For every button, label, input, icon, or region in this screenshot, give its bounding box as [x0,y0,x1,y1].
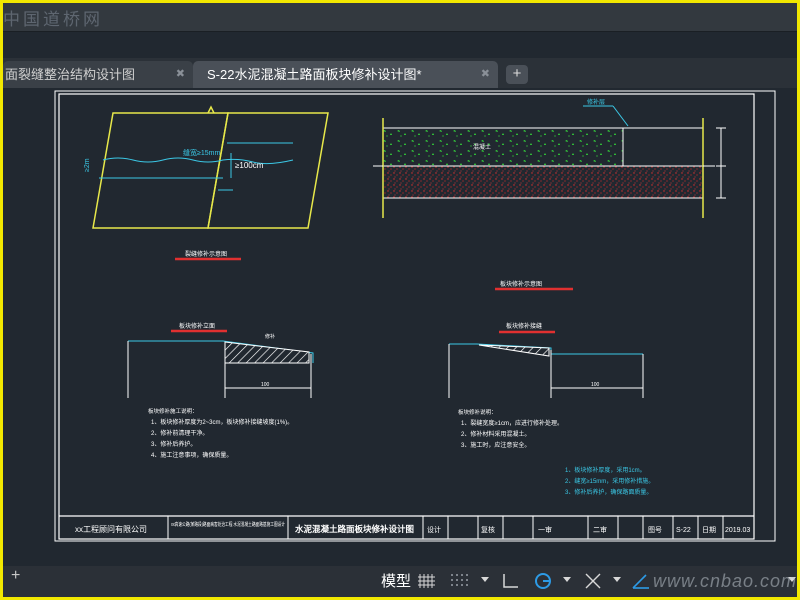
notes-right-title: 板块修补说明： [458,408,497,416]
add-layout-button[interactable]: + [11,560,20,591]
sheet-no-label: 图号 [648,526,662,534]
drawing-canvas[interactable]: 缝宽≥15mm ≥100cm ≥2m 裂缝修补示意图 修补层 混凝土 板块修补示… [3,88,797,566]
document-tab-strip: 面裂缝整治结构设计图 ✖ S-22水泥混凝土路面板块修补设计图* ✖ [3,58,797,88]
tab-1-label: 面裂缝整治结构设计图 [5,67,136,82]
drawing-svg: 缝宽≥15mm ≥100cm ≥2m 裂缝修补示意图 修补层 混凝土 板块修补示… [54,90,776,542]
patch-label-left: 修补 [265,333,275,340]
notes-cyan-line: 1、板块修补厚度，采用1cm。 [565,466,646,474]
check1-label: 一审 [538,525,552,534]
layer-label: 修补层 [587,98,605,106]
close-icon[interactable]: ✖ [481,61,490,88]
side-label: ≥2m [84,158,91,172]
repair-elevation-right: 板块修补接缝 100 [448,322,644,398]
notes-cyan: 1、板块修补厚度，采用1cm。 2、缝宽≥15mm，采用修补措施。 3、修补后养… [565,466,654,496]
notes-right-line: 1、裂缝宽度≥1cm，应进行修补处理。 [461,419,563,427]
document-tab-2-active[interactable]: S-22水泥混凝土路面板块修补设计图* ✖ [193,61,498,88]
object-snap-icon[interactable] [583,572,603,590]
autocad-window: 中国道桥网 面裂缝整治结构设计图 ✖ S-22水泥混凝土路面板块修补设计图* ✖… [3,3,797,597]
notes-cyan-line: 3、修补后养护，确保路面质量。 [565,488,652,496]
site-watermark-top: 中国道桥网 [3,10,103,30]
notes-left: 板块修补施工说明： 1、板块修补厚度为2~3cm，板块修补接缝坡度(1%)。 2… [148,407,293,459]
layer-name-label: 混凝土 [473,143,491,151]
notes-right: 板块修补说明： 1、裂缝宽度≥1cm，应进行修补处理。 2、修补材料采用混凝土。… [458,408,563,449]
notes-left-line: 1、板块修补厚度为2~3cm，板块修补接缝坡度(1%)。 [151,418,293,426]
repair-elevation-left: 板块修补立面 100 修补 [127,322,314,398]
date-label: 日期 [702,526,716,534]
crack-repair-plan: 缝宽≥15mm ≥100cm ≥2m 裂缝修补示意图 [84,105,329,261]
isometric-drafting-icon[interactable] [631,572,651,590]
document-tab-1[interactable]: 面裂缝整治结构设计图 ✖ [3,61,193,88]
slab-repair-section: 修补层 混凝土 板块修补示意图 [373,98,726,291]
right-elevation-title: 板块修补接缝 [506,322,542,330]
dimension-label: ≥100cm [235,161,264,170]
check2-label: 二审 [593,525,607,534]
chevron-down-icon[interactable] [563,577,571,582]
project-name: xx高速公路(某路段)路面病害处治工程 水泥混凝土路面路基施工图设计 [171,521,285,528]
notes-right-line: 3、施工时，应注意安全。 [461,441,530,449]
crack-repair-caption: 裂缝修补示意图 [185,250,227,258]
width-dim-left: 100 [261,382,270,388]
left-elevation-title: 板块修补立面 [179,322,215,330]
notes-cyan-line: 2、缝宽≥15mm，采用修补措施。 [565,477,654,485]
slab-repair-caption: 板块修补示意图 [500,280,542,288]
polar-tracking-icon[interactable] [533,572,553,590]
model-space-button[interactable]: 模型 [381,566,411,597]
ortho-icon[interactable] [500,572,520,590]
snap-grid-icon[interactable] [449,572,469,590]
company-name: xx工程顾问有限公司 [75,524,147,534]
crack-width-label: 缝宽≥15mm [183,148,220,157]
site-watermark-bottom: www.cnbao.com [653,571,797,591]
width-dim-right: 100 [591,382,600,388]
sheet-no: S-22 [676,527,691,534]
review-label: 复核 [481,525,495,534]
notes-left-line: 2、修补前清理干净。 [151,429,208,437]
chevron-down-icon[interactable] [481,577,489,582]
notes-left-line: 3、修补后养护。 [151,440,196,448]
notes-right-line: 2、修补材料采用混凝土。 [461,430,530,438]
title-block: xx工程顾问有限公司 xx高速公路(某路段)路面病害处治工程 水泥混凝土路面路基… [59,515,754,539]
close-icon[interactable]: ✖ [176,61,185,88]
date-value: 2019.03 [725,527,750,534]
chevron-down-icon[interactable] [613,577,621,582]
title-bar: 中国道桥网 [3,3,797,32]
drawing-title: 水泥混凝土路面板块修补设计图 [294,524,414,534]
new-tab-button[interactable]: + [506,65,528,84]
notes-left-line: 4、施工注意事项，确保质量。 [151,451,232,459]
notes-left-title: 板块修补施工说明： [148,407,198,415]
grid-icon[interactable] [417,572,437,590]
design-label: 设计 [427,525,441,534]
tab-2-label: S-22水泥混凝土路面板块修补设计图* [207,67,422,82]
